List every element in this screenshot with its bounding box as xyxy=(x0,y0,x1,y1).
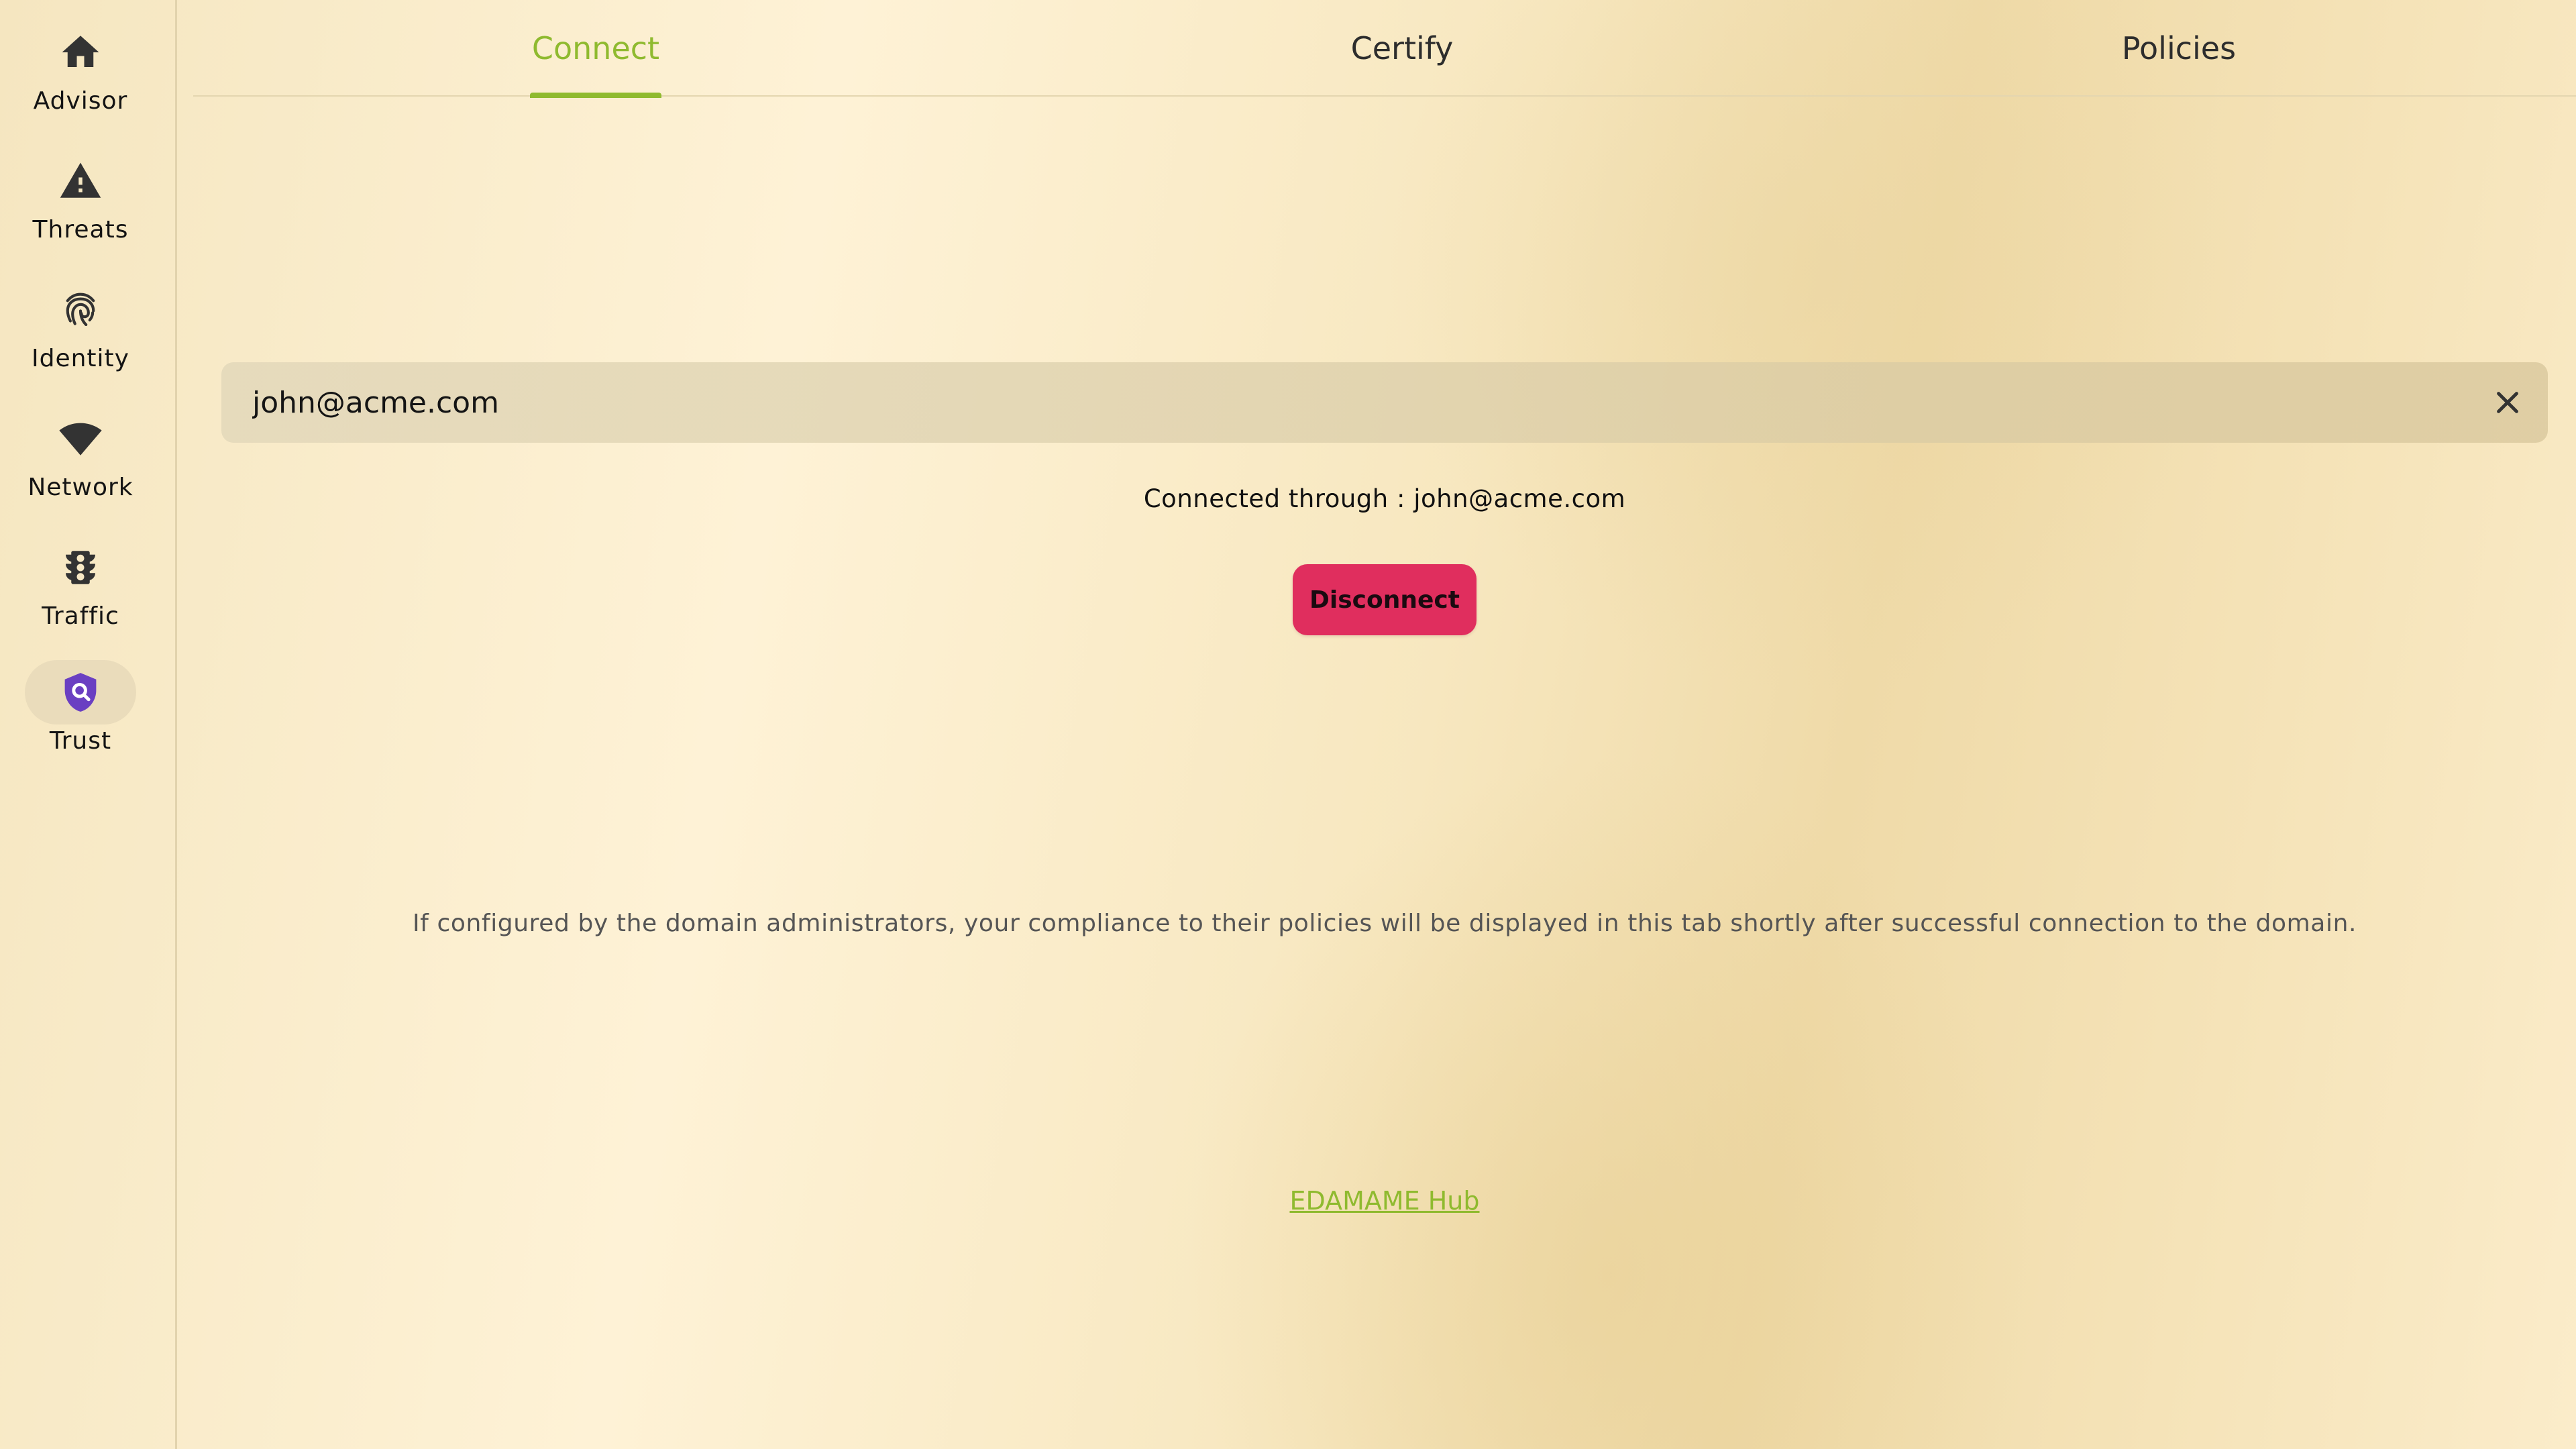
tab-indicator xyxy=(530,93,661,98)
tab-connect[interactable]: Connect xyxy=(530,0,661,98)
tab-policies[interactable]: Policies xyxy=(2077,0,2281,97)
edamame-hub-link[interactable]: EDAMAME Hub xyxy=(1289,1186,1479,1216)
tab-bar: Connect Certify Policies xyxy=(193,0,2576,98)
connection-status-text: Connected through : john@acme.com xyxy=(1143,484,1626,513)
traffic-light-icon xyxy=(25,535,136,600)
hub-link-container: EDAMAME Hub xyxy=(193,1186,2576,1216)
email-field[interactable] xyxy=(252,362,2439,443)
disconnect-button[interactable]: Disconnect xyxy=(1293,564,1477,635)
home-icon xyxy=(25,20,136,85)
sidebar-item-traffic[interactable]: Traffic xyxy=(0,535,161,656)
sidebar-item-network[interactable]: Network xyxy=(0,407,161,527)
sidebar-item-label: Network xyxy=(28,474,133,501)
sidebar-item-threats[interactable]: Threats xyxy=(0,149,161,270)
sidebar-item-label: Advisor xyxy=(33,87,128,115)
sidebar-item-advisor[interactable]: Advisor xyxy=(0,20,161,141)
wifi-icon xyxy=(25,407,136,471)
compliance-info-text: If configured by the domain administrato… xyxy=(412,910,2357,937)
sidebar-item-label: Trust xyxy=(49,727,112,755)
tab-certify[interactable]: Certify xyxy=(1300,0,1504,97)
fingerprint-icon xyxy=(25,278,136,342)
tab-label: Certify xyxy=(1350,30,1454,66)
tab-label: Policies xyxy=(2121,30,2237,66)
close-icon xyxy=(2497,392,2518,413)
sidebar: Advisor Threats Identity Network Traffic… xyxy=(0,0,177,1449)
clear-button[interactable] xyxy=(2487,382,2528,423)
sidebar-item-label: Traffic xyxy=(42,602,119,630)
sidebar-item-identity[interactable]: Identity xyxy=(0,278,161,398)
shield-search-icon xyxy=(25,660,136,724)
sidebar-item-trust[interactable]: Trust xyxy=(0,660,161,781)
tab-label: Connect xyxy=(531,30,660,66)
sidebar-item-label: Threats xyxy=(32,216,129,244)
warning-icon xyxy=(25,149,136,213)
sidebar-item-label: Identity xyxy=(32,345,129,372)
email-field-container xyxy=(221,362,2548,443)
